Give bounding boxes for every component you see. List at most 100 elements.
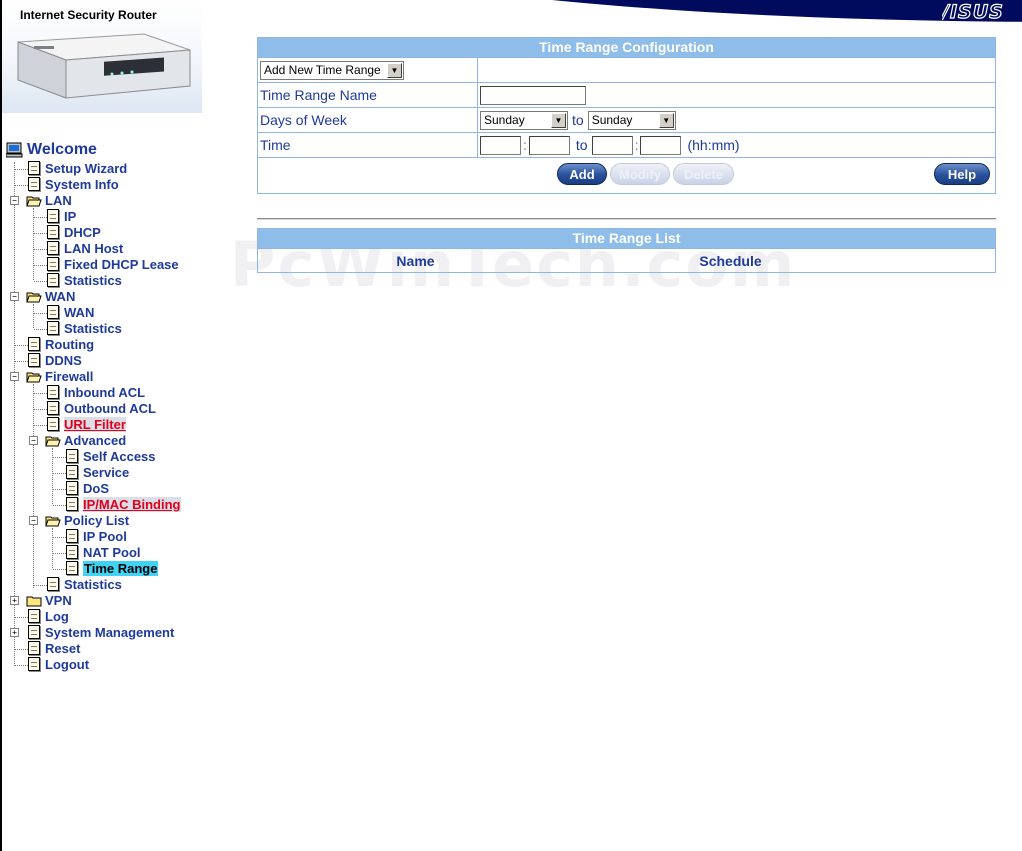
time-format-hint: (hh:mm) — [687, 137, 740, 153]
open-folder-icon — [26, 195, 42, 206]
sidebar-item-setup-wizard[interactable]: Setup Wizard — [28, 160, 127, 176]
sidebar-item-dos[interactable]: DoS — [66, 480, 109, 496]
sidebar-item-label: Log — [45, 608, 69, 624]
sidebar-item-label: Welcome — [27, 141, 97, 158]
asus-logo: /ISUS — [939, 0, 1014, 25]
day-to-select[interactable]: Sunday ▼ — [587, 110, 676, 130]
router-image — [17, 33, 191, 99]
field-label: Time — [258, 133, 478, 157]
dropdown-arrow-icon: ▼ — [658, 112, 674, 128]
section-divider — [257, 218, 996, 220]
sidebar-item-label: Outbound ACL — [64, 400, 156, 416]
sidebar-item-ip-pool[interactable]: IP Pool — [66, 528, 127, 544]
sidebar-item-label: Fixed DHCP Lease — [64, 256, 179, 272]
expand-toggle[interactable]: + — [10, 596, 19, 605]
time-range-select[interactable]: Add New Time Range ▼ — [260, 60, 404, 80]
sidebar-item-label: Advanced — [64, 432, 127, 448]
to-label: to — [572, 112, 584, 128]
sidebar-tree: Welcome Setup Wizard System Info − LAN I… — [0, 140, 210, 700]
sidebar-item-vpn[interactable]: VPN — [26, 592, 72, 608]
sidebar-item-label: System Info — [45, 176, 119, 192]
end-hour-input[interactable] — [591, 135, 633, 155]
collapse-toggle[interactable]: − — [29, 516, 38, 525]
collapse-toggle[interactable]: − — [10, 372, 19, 381]
expand-toggle[interactable]: + — [10, 628, 19, 637]
sidebar-item-self-access[interactable]: Self Access — [66, 448, 156, 464]
document-icon — [28, 161, 40, 175]
sidebar-item-label: URL Filter — [64, 416, 126, 432]
collapse-toggle[interactable]: − — [29, 436, 38, 445]
dropdown-arrow-icon: ▼ — [387, 62, 402, 78]
sidebar-item-label: NAT Pool — [83, 544, 141, 560]
delete-button[interactable]: Delete — [673, 163, 734, 185]
modify-button[interactable]: Modify — [610, 163, 670, 185]
document-icon — [66, 561, 78, 575]
document-icon — [66, 497, 78, 511]
dropdown-arrow-icon: ▼ — [551, 112, 566, 128]
sidebar-item-system-info[interactable]: System Info — [28, 176, 119, 192]
sidebar-item-routing[interactable]: Routing — [28, 336, 94, 352]
sidebar-item-lan[interactable]: LAN — [26, 192, 72, 208]
sidebar-item-wan-statistics[interactable]: Statistics — [47, 320, 122, 336]
sidebar-item-label: Time Range — [83, 560, 159, 576]
document-icon — [28, 641, 40, 655]
sidebar-item-logout[interactable]: Logout — [28, 656, 89, 672]
open-folder-icon — [45, 435, 61, 446]
sidebar-item-label: WAN — [45, 288, 76, 304]
sidebar-item-label: IP/MAC Binding — [83, 496, 181, 512]
start-hour-input[interactable] — [480, 135, 521, 155]
sidebar-item-ip-mac-binding[interactable]: IP/MAC Binding — [66, 496, 181, 512]
end-minute-input[interactable] — [640, 135, 682, 155]
button-row: Add Modify Delete Help — [258, 157, 995, 193]
sidebar-item-nat-pool[interactable]: NAT Pool — [66, 544, 141, 560]
add-button[interactable]: Add — [557, 163, 607, 185]
sidebar-item-wan-settings[interactable]: WAN — [47, 304, 94, 320]
sidebar-item-time-range[interactable]: Time Range — [66, 560, 159, 576]
sidebar-item-lan-statistics[interactable]: Statistics — [47, 272, 122, 288]
document-icon — [47, 577, 59, 591]
sidebar-item-wan[interactable]: WAN — [26, 288, 75, 304]
sidebar-item-outbound-acl[interactable]: Outbound ACL — [47, 400, 156, 416]
document-icon — [47, 321, 59, 335]
svg-text:/ISUS: /ISUS — [942, 2, 1004, 20]
sidebar-item-policy-list[interactable]: Policy List — [45, 512, 129, 528]
sidebar-item-fixed-dhcp-lease[interactable]: Fixed DHCP Lease — [47, 256, 179, 272]
sidebar-item-welcome[interactable]: Welcome — [6, 141, 97, 158]
sidebar-item-system-management[interactable]: System Management — [28, 624, 174, 640]
sidebar-item-reset[interactable]: Reset — [28, 640, 80, 656]
sidebar-item-url-filter[interactable]: URL Filter — [47, 416, 126, 432]
start-minute-input[interactable] — [528, 135, 570, 155]
column-header-name: Name — [396, 252, 435, 269]
days-row: Days of Week Sunday ▼ to Sunday ▼ — [258, 107, 995, 132]
computer-icon — [6, 142, 23, 158]
time-row: Time : to : (hh:mm) — [258, 132, 995, 157]
sidebar-item-advanced[interactable]: Advanced — [45, 432, 126, 448]
sidebar-item-firewall-statistics[interactable]: Statistics — [47, 576, 122, 592]
sidebar-item-ddns[interactable]: DDNS — [28, 352, 82, 368]
collapse-toggle[interactable]: − — [10, 292, 19, 301]
open-folder-icon — [26, 291, 42, 302]
day-from-select[interactable]: Sunday ▼ — [480, 110, 568, 130]
help-button[interactable]: Help — [934, 163, 990, 185]
time-range-name-input[interactable] — [480, 85, 586, 105]
sidebar-item-label: LAN — [45, 192, 72, 208]
sidebar-item-lan-ip[interactable]: IP — [47, 208, 76, 224]
sidebar-item-dhcp[interactable]: DHCP — [47, 224, 101, 240]
sidebar-item-service[interactable]: Service — [66, 464, 129, 480]
document-icon — [47, 241, 59, 255]
document-icon — [28, 337, 40, 351]
sidebar-item-label: Statistics — [64, 576, 122, 592]
field-label: Time Range Name — [258, 83, 478, 107]
document-icon — [28, 177, 40, 191]
name-row: Time Range Name — [258, 82, 995, 107]
collapse-toggle[interactable]: − — [10, 196, 19, 205]
list-header-row: Name Schedule — [258, 248, 995, 272]
sidebar-item-firewall[interactable]: Firewall — [26, 368, 93, 384]
sidebar-item-lan-host[interactable]: LAN Host — [47, 240, 123, 256]
sidebar-item-label: Setup Wizard — [45, 160, 128, 176]
panel-title: Time Range Configuration — [258, 38, 995, 57]
sidebar-item-log[interactable]: Log — [28, 608, 69, 624]
sidebar-item-inbound-acl[interactable]: Inbound ACL — [47, 384, 145, 400]
sidebar-item-label: Logout — [45, 656, 90, 672]
document-icon — [66, 465, 78, 479]
